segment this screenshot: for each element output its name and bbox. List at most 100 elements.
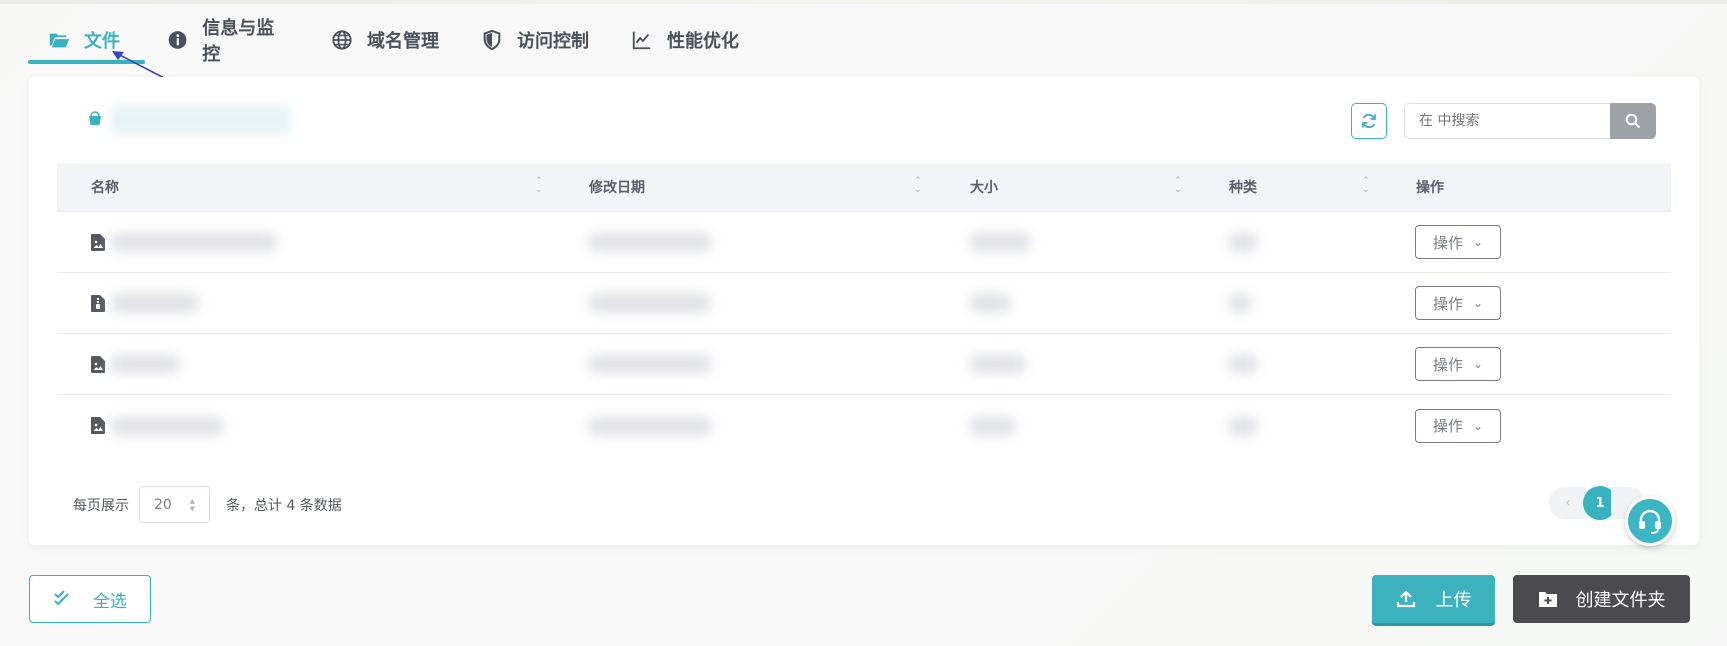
tab-domain[interactable]: 域名管理 — [311, 20, 461, 60]
page-number: 1 — [1595, 495, 1605, 511]
per-page-label: 每页展示 — [73, 497, 129, 514]
sort-icon[interactable]: ⌃ ⌄ — [535, 176, 543, 195]
breadcrumb — [87, 105, 291, 135]
double-check-icon — [54, 590, 69, 606]
redacted-text — [1229, 233, 1257, 251]
bucket-icon — [87, 110, 105, 130]
headset-icon — [1639, 509, 1661, 534]
refresh-button[interactable] — [1351, 103, 1387, 139]
cell-name[interactable] — [57, 212, 555, 273]
redacted-text — [970, 294, 1010, 312]
zip-file-icon — [91, 294, 105, 312]
cell-modified — [555, 395, 936, 456]
row-action-dropdown[interactable]: 操作 ⌄ — [1415, 225, 1501, 259]
upload-label: 上传 — [1435, 590, 1472, 611]
redacted-text — [970, 416, 1015, 435]
sort-icon[interactable]: ⌃ ⌄ — [914, 176, 922, 195]
search-input[interactable] — [1404, 103, 1610, 139]
sort-icon[interactable]: ⌃ ⌄ — [1174, 176, 1182, 195]
file-panel: 名称 ⌃⌄ 修改日期 ⌃⌄ 大小 ⌃⌄ 种类 ⌃⌄ 操作 — [29, 77, 1699, 545]
line-chart-icon — [632, 31, 651, 50]
page: 文件 信息与监控 域名管理 访问控制 性能优化 在 中搜索 名称 ⌃ ⌄ 修改日… — [0, 4, 1727, 646]
page-size-stepper[interactable]: 20 ▲ ▼ — [139, 486, 210, 523]
cell-size — [936, 334, 1195, 395]
table-row[interactable]: 操作 ⌄ — [57, 395, 1671, 456]
row-action-dropdown[interactable]: 操作 ⌄ — [1415, 286, 1501, 320]
chevron-left-icon: ‹ — [1565, 495, 1571, 511]
cell-name[interactable] — [57, 334, 555, 395]
column-header-size[interactable]: 大小 ⌃ ⌄ — [936, 163, 1195, 212]
stepper-arrows-icon[interactable]: ▲ ▼ — [190, 497, 195, 513]
chevron-down-icon: ⌄ — [1472, 235, 1484, 249]
tab-performance[interactable]: 性能优化 — [611, 20, 761, 60]
column-header-actions: 操作 — [1382, 163, 1671, 212]
cell-type — [1195, 395, 1382, 456]
redacted-text — [1229, 416, 1257, 435]
upload-icon — [1396, 590, 1415, 608]
customer-support-button[interactable] — [1625, 496, 1675, 546]
tab-access-control[interactable]: 访问控制 — [461, 20, 611, 60]
redacted-text — [589, 233, 711, 251]
action-label: 操作 — [1432, 417, 1463, 435]
column-header-modified[interactable]: 修改日期 ⌃ ⌄ — [555, 163, 936, 212]
select-all-label: 全选 — [93, 591, 127, 612]
cell-type — [1195, 334, 1382, 395]
bucket-name-redacted — [111, 105, 291, 135]
chevron-down-icon: ⌄ — [1472, 418, 1484, 433]
tab-label: 域名管理 — [367, 31, 439, 52]
redacted-text — [111, 416, 223, 435]
cell-actions: 操作 ⌄ — [1382, 212, 1671, 273]
folder-open-icon — [49, 33, 70, 48]
cell-modified — [555, 334, 936, 395]
header-label: 修改日期 — [589, 180, 645, 196]
image-file-icon — [91, 417, 105, 434]
cell-actions: 操作 ⌄ — [1382, 273, 1671, 334]
action-label: 操作 — [1432, 355, 1463, 374]
table-row[interactable]: 操作 ⌄ — [57, 273, 1671, 334]
file-table: 名称 ⌃ ⌄ 修改日期 ⌃ ⌄ 大小 ⌃ ⌄ 种类 ⌃ ⌄ 操作 操作 ⌄ 操作… — [57, 163, 1671, 456]
sort-icon[interactable]: ⌃ ⌄ — [1362, 176, 1370, 195]
redacted-text — [589, 355, 711, 373]
redacted-text — [589, 294, 711, 312]
cell-name[interactable] — [57, 273, 555, 334]
prev-page-button[interactable]: ‹ — [1549, 487, 1587, 519]
redacted-text — [1229, 294, 1251, 312]
cell-actions: 操作 ⌄ — [1382, 334, 1671, 395]
refresh-icon — [1362, 113, 1376, 129]
column-header-name[interactable]: 名称 ⌃ ⌄ — [57, 163, 555, 212]
row-action-dropdown[interactable]: 操作 ⌄ — [1415, 408, 1501, 443]
cell-size — [936, 212, 1195, 273]
chevron-down-icon: ⌄ — [1472, 357, 1484, 371]
table-row[interactable]: 操作 ⌄ — [57, 212, 1671, 273]
search-button[interactable] — [1610, 103, 1656, 139]
page-size-control: 每页展示 20 ▲ ▼ 条，总计 4 条数据 — [73, 486, 342, 523]
cell-type — [1195, 273, 1382, 334]
cell-size — [936, 273, 1195, 334]
cell-type — [1195, 212, 1382, 273]
header-label: 种类 — [1229, 180, 1257, 196]
select-all-button[interactable]: 全选 — [29, 575, 151, 623]
column-header-type[interactable]: 种类 ⌃ ⌄ — [1195, 163, 1382, 212]
globe-icon — [332, 30, 352, 50]
action-label: 操作 — [1432, 233, 1463, 252]
redacted-text — [970, 233, 1030, 251]
row-action-dropdown[interactable]: 操作 ⌄ — [1415, 347, 1501, 381]
total-count-text: 条，总计 4 条数据 — [226, 497, 342, 514]
create-folder-button[interactable]: 创建文件夹 — [1513, 575, 1690, 623]
redacted-text — [111, 294, 199, 312]
header-label: 操作 — [1416, 180, 1444, 196]
search-icon — [1625, 113, 1641, 129]
folder-plus-icon — [1538, 592, 1557, 607]
header-label: 大小 — [970, 180, 998, 196]
cell-name[interactable] — [57, 395, 555, 456]
redacted-text — [970, 355, 1025, 373]
shield-icon — [483, 29, 501, 51]
cell-modified — [555, 212, 936, 273]
cell-actions: 操作 ⌄ — [1382, 395, 1671, 456]
tab-label: 访问控制 — [517, 31, 589, 52]
image-file-icon — [91, 355, 105, 373]
redacted-text — [589, 416, 711, 435]
table-row[interactable]: 操作 ⌄ — [57, 334, 1671, 395]
page-size-value: 20 — [154, 496, 172, 513]
upload-button[interactable]: 上传 — [1372, 575, 1495, 623]
